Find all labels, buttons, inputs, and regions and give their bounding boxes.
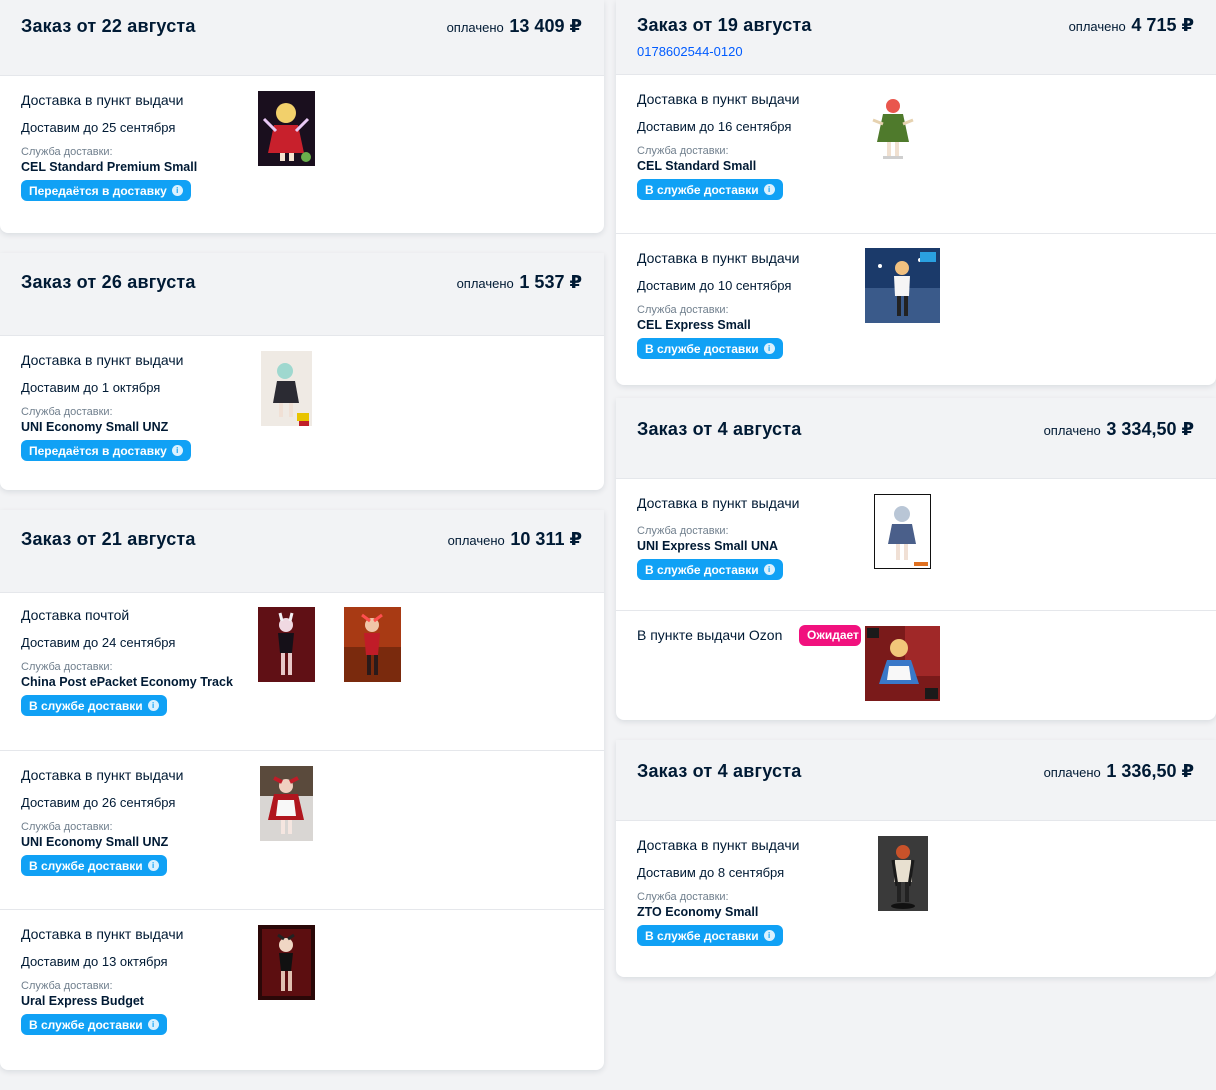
paid-label: оплачено — [1043, 423, 1101, 438]
status-text: В службе доставки — [645, 928, 759, 943]
product-image[interactable] — [344, 607, 401, 682]
order-paid: оплачено 10 311 ₽ — [448, 529, 582, 550]
order-paid: оплачено 1 537 ₽ — [457, 272, 582, 293]
orders-column-left: Заказ от 22 августа оплачено 13 409 ₽ До… — [0, 0, 604, 1090]
status-badge[interactable]: В службе доставки i — [21, 1014, 167, 1035]
product-image[interactable] — [865, 626, 940, 701]
product-image[interactable] — [258, 91, 315, 166]
order-amount: 3 334,50 ₽ — [1106, 419, 1194, 439]
order-amount: 1 537 ₽ — [519, 272, 582, 292]
status-text: В службе доставки — [29, 698, 143, 713]
order-card[interactable]: Заказ от 19 августа 0178602544-0120 опла… — [616, 0, 1216, 385]
shipment: Доставка в пункт выдачи Доставим до 10 с… — [616, 233, 1216, 385]
paid-label: оплачено — [456, 276, 514, 291]
product-image[interactable] — [261, 351, 312, 426]
info-icon[interactable]: i — [763, 930, 775, 941]
status-text: В службе доставки — [29, 1017, 143, 1032]
order-amount: 10 311 ₽ — [510, 529, 582, 549]
orders-column-right: Заказ от 19 августа 0178602544-0120 опла… — [616, 0, 1216, 997]
shipment: Доставка в пункт выдачи Доставим до 1 ок… — [0, 335, 604, 490]
order-paid: оплачено 13 409 ₽ — [447, 16, 582, 37]
order-header: Заказ от 22 августа оплачено 13 409 ₽ — [0, 0, 604, 75]
info-icon[interactable]: i — [147, 700, 159, 711]
paid-label: оплачено — [447, 533, 505, 548]
order-paid: оплачено 4 715 ₽ — [1069, 15, 1194, 36]
order-card[interactable]: Заказ от 4 августа оплачено 3 334,50 ₽ Д… — [616, 398, 1216, 720]
order-card[interactable]: Заказ от 22 августа оплачено 13 409 ₽ До… — [0, 0, 604, 233]
shipment: Доставка в пункт выдачи Доставим до 8 се… — [616, 820, 1216, 977]
info-icon[interactable]: i — [763, 564, 775, 575]
shipment: Доставка в пункт выдачи Доставим до 16 с… — [616, 74, 1216, 233]
info-icon[interactable]: i — [171, 445, 183, 456]
product-image[interactable] — [258, 925, 315, 1000]
status-text: В службе доставки — [645, 341, 759, 356]
shipment: В пункте выдачи Ozon Ожидает — [616, 610, 1216, 720]
product-image[interactable] — [865, 90, 922, 165]
status-text: Передаётся в доставку — [29, 443, 167, 458]
order-header: Заказ от 21 августа оплачено 10 311 ₽ — [0, 510, 604, 592]
status-badge[interactable]: В службе доставки i — [637, 559, 783, 580]
order-header: Заказ от 4 августа оплачено 3 334,50 ₽ — [616, 398, 1216, 478]
info-icon[interactable]: i — [147, 1019, 159, 1030]
info-icon[interactable]: i — [147, 860, 159, 871]
status-text: В службе доставки — [645, 182, 759, 197]
status-badge[interactable]: В службе доставки i — [637, 338, 783, 359]
order-header: Заказ от 26 августа оплачено 1 537 ₽ — [0, 253, 604, 335]
order-card[interactable]: Заказ от 21 августа оплачено 10 311 ₽ До… — [0, 510, 604, 1070]
product-image[interactable] — [258, 607, 315, 682]
product-image[interactable] — [878, 836, 928, 911]
order-card[interactable]: Заказ от 4 августа оплачено 1 336,50 ₽ Д… — [616, 740, 1216, 977]
info-icon[interactable]: i — [171, 185, 183, 196]
status-badge[interactable]: В службе доставки i — [637, 925, 783, 946]
status-badge[interactable]: Передаётся в доставку i — [21, 180, 191, 201]
paid-label: оплачено — [1043, 765, 1101, 780]
order-amount: 13 409 ₽ — [509, 16, 582, 36]
product-image[interactable] — [260, 766, 313, 841]
order-amount: 4 715 ₽ — [1131, 15, 1194, 35]
order-paid: оплачено 1 336,50 ₽ — [1044, 761, 1194, 782]
shipment: Доставка почтой Доставим до 24 сентября … — [0, 592, 604, 750]
status-text: Ожидает — [807, 628, 859, 642]
order-amount: 1 336,50 ₽ — [1106, 761, 1194, 781]
order-header: Заказ от 19 августа 0178602544-0120 опла… — [616, 0, 1216, 74]
status-badge-waiting[interactable]: Ожидает — [799, 625, 861, 646]
paid-label: оплачено — [446, 20, 504, 35]
status-badge[interactable]: В службе доставки i — [637, 179, 783, 200]
shipment: Доставка в пункт выдачи Служба доставки:… — [616, 478, 1216, 610]
status-text: Передаётся в доставку — [29, 183, 167, 198]
order-card[interactable]: Заказ от 26 августа оплачено 1 537 ₽ Дос… — [0, 253, 604, 490]
shipment: Доставка в пункт выдачи Доставим до 13 о… — [0, 909, 604, 1070]
product-image[interactable] — [865, 248, 940, 323]
info-icon[interactable]: i — [763, 343, 775, 354]
product-image[interactable] — [874, 494, 931, 569]
order-number-link[interactable]: 0178602544-0120 — [637, 44, 1195, 59]
paid-label: оплачено — [1068, 19, 1126, 34]
status-badge[interactable]: В службе доставки i — [21, 695, 167, 716]
shipment: Доставка в пункт выдачи Доставим до 26 с… — [0, 750, 604, 909]
order-paid: оплачено 3 334,50 ₽ — [1044, 419, 1194, 440]
info-icon[interactable]: i — [763, 184, 775, 195]
shipment: Доставка в пункт выдачи Доставим до 25 с… — [0, 75, 604, 233]
status-text: В службе доставки — [29, 858, 143, 873]
status-text: В службе доставки — [645, 562, 759, 577]
order-header: Заказ от 4 августа оплачено 1 336,50 ₽ — [616, 740, 1216, 820]
status-badge[interactable]: Передаётся в доставку i — [21, 440, 191, 461]
status-badge[interactable]: В службе доставки i — [21, 855, 167, 876]
